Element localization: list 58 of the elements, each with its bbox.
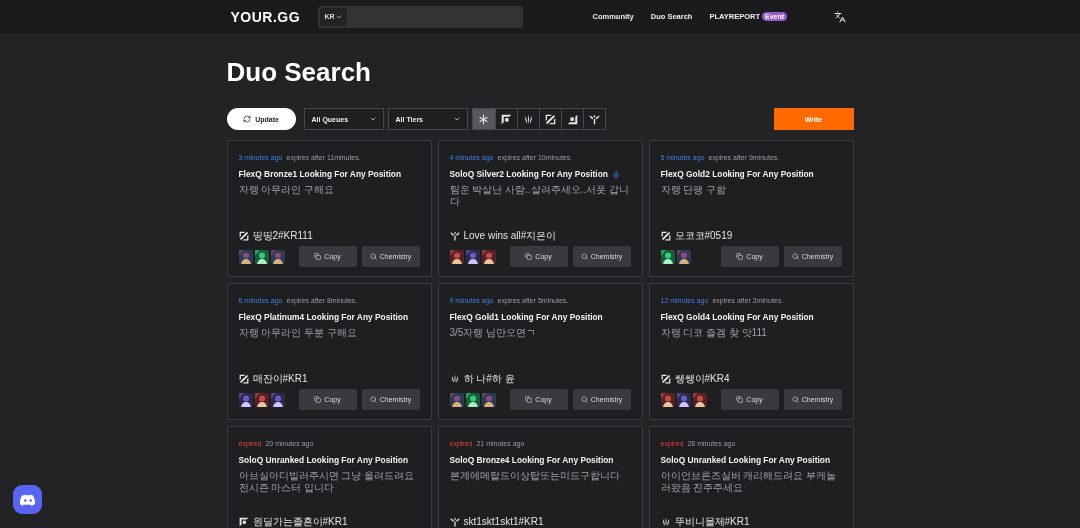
position-tab[interactable] — [582, 109, 605, 129]
summoner-name: 뚜비니몰제#KR1 — [674, 516, 750, 527]
copy-icon — [314, 253, 322, 260]
copy-icon — [525, 253, 533, 260]
summoner-name: 원딜가는졸혼이#KR1 — [252, 516, 348, 527]
gamepad-face-icon — [19, 493, 36, 506]
claw-icon — [522, 113, 534, 125]
summoner-name: 모코코#0519 — [674, 230, 733, 241]
post-title: FlexQ Bronze1 Looking For Any Position — [238, 169, 402, 180]
search-icon — [580, 253, 588, 260]
logo[interactable]: YOUR.GG — [230, 8, 318, 25]
post-title: FlexQ Platinum4 Looking For Any Position — [238, 312, 409, 323]
summoner-name: 하 나#하 윤 — [463, 373, 515, 384]
position-tab[interactable] — [494, 109, 517, 129]
translate-icon[interactable] — [833, 10, 846, 23]
summoner-name: 띵띵2#KR111 — [252, 230, 313, 241]
summoner-name: skt1skt1skt1#KR1 — [463, 516, 544, 527]
position-tab[interactable] — [538, 109, 561, 129]
post-message: 3/5자랭 님만오면ㄱ — [449, 327, 538, 340]
position-tab[interactable] — [560, 109, 583, 129]
post-title: FlexQ Gold4 Looking For Any Position — [660, 312, 814, 323]
post-message: 팀운 박살난 사람..살려주세오..서폿 갑니다 — [449, 184, 630, 209]
search-icon — [369, 253, 377, 260]
fork-icon — [449, 516, 460, 527]
post-title: SoloQ Unranked Looking For Any Position — [660, 455, 831, 466]
search-icon — [791, 253, 799, 260]
caret-icon — [452, 115, 461, 123]
post-title: FlexQ Gold2 Looking For Any Position — [660, 169, 814, 180]
caret-icon — [368, 115, 377, 123]
copy-icon — [314, 396, 322, 403]
post-message: 자랭 디코 즐겜 찾 앗111 — [660, 327, 768, 340]
refresh-icon — [243, 115, 252, 123]
post-message: 아브실아디빌러주시면 그냥 올려드려요 전시즌 마스터 입니다 — [238, 470, 416, 495]
post-message: 자랭 아무라인 두분 구해요 — [238, 327, 358, 340]
post-title: SoloQ Silver2 Looking For Any Position — [449, 169, 608, 180]
post-message: 본계에메랄드이상탑또는미드구합니다 — [449, 470, 621, 483]
chat-button[interactable] — [13, 485, 42, 514]
position-tab[interactable] — [516, 109, 539, 129]
copy-icon — [525, 396, 533, 403]
fork-icon — [449, 230, 460, 241]
post-message: 자랭 아무라인 구해요 — [238, 184, 336, 197]
post-title: SoloQ Bronze4 Looking For Any Position — [449, 455, 614, 466]
summoner-name: Love wins all#지은이 — [463, 230, 557, 241]
position-tab[interactable] — [472, 109, 495, 129]
summoner-name: 쌩쌩이#KR4 — [674, 373, 730, 384]
copy-icon — [736, 253, 744, 260]
search-icon — [580, 396, 588, 403]
search-icon — [791, 396, 799, 403]
post-title: FlexQ Gold1 Looking For Any Position — [449, 312, 603, 323]
copy-icon — [736, 396, 744, 403]
post-message: 자랭 단팽 구함 — [660, 184, 728, 197]
asterisk-icon — [478, 113, 489, 125]
post-title: SoloQ Unranked Looking For Any Position — [238, 455, 409, 466]
summoner-name: 매잔이#KR1 — [252, 373, 308, 384]
page-title: Duo Search — [226, 57, 372, 87]
post-message: 아이언브론즈실버 캐리해드려요 부케놀러왔음 진주주세요 — [660, 470, 838, 495]
search-icon — [369, 396, 377, 403]
fork-icon — [588, 113, 600, 125]
